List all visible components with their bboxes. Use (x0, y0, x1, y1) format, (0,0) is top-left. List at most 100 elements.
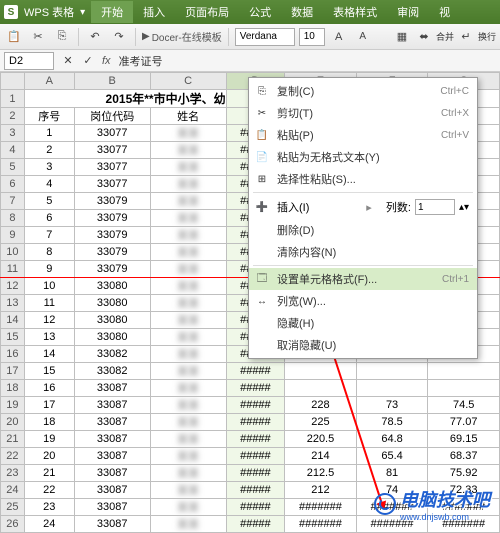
row-header[interactable]: 22 (1, 448, 25, 465)
cell[interactable]: 序号 (24, 108, 74, 125)
merge-icon[interactable]: ⬌ (414, 27, 434, 47)
cell[interactable]: 24 (24, 516, 74, 533)
menu-clear[interactable]: 清除内容(N) (249, 241, 477, 263)
ribbon-tab-start[interactable]: 开始 (91, 1, 133, 23)
table-row[interactable]: 17 15 33082 某某 ##### (1, 363, 500, 380)
cell[interactable]: 某某 (150, 448, 226, 465)
cell[interactable] (356, 380, 428, 397)
cell[interactable]: 68.37 (428, 448, 500, 465)
cell[interactable]: 78.5 (356, 414, 428, 431)
cell[interactable]: 18 (24, 414, 74, 431)
cell[interactable]: 某某 (150, 499, 226, 516)
ribbon-tab-layout[interactable]: 页面布局 (175, 1, 239, 23)
row-header[interactable]: 18 (1, 380, 25, 397)
cell[interactable]: ##### (226, 482, 285, 499)
cell[interactable]: 某某 (150, 159, 226, 176)
cell[interactable]: 33079 (74, 193, 150, 210)
cell[interactable]: 某某 (150, 278, 226, 295)
cell[interactable]: 20 (24, 448, 74, 465)
cell[interactable]: 某某 (150, 227, 226, 244)
cell[interactable]: 33087 (74, 499, 150, 516)
cell[interactable]: 13 (24, 329, 74, 346)
cell[interactable]: 33080 (74, 329, 150, 346)
cell[interactable]: 33080 (74, 278, 150, 295)
cell[interactable]: 33079 (74, 244, 150, 261)
redo-icon[interactable]: ↷ (109, 27, 129, 47)
cell[interactable] (428, 380, 500, 397)
cell[interactable]: ##### (226, 363, 285, 380)
cell[interactable]: 228 (285, 397, 357, 414)
name-box[interactable]: D2 (4, 52, 54, 70)
row-header[interactable]: 25 (1, 499, 25, 516)
cell[interactable]: 某某 (150, 176, 226, 193)
menu-unhide[interactable]: 取消隐藏(U) (249, 334, 477, 356)
menu-delete[interactable]: 删除(D) (249, 219, 477, 241)
row-header[interactable]: 11 (1, 261, 25, 278)
cell[interactable]: 33077 (74, 176, 150, 193)
cell[interactable]: 1 (24, 125, 74, 142)
sheet-title[interactable]: 2015年**市中小学、幼 (24, 90, 226, 108)
row-header[interactable]: 14 (1, 312, 25, 329)
table-row[interactable]: 20 18 33087 某某 ##### 225 78.5 77.07 (1, 414, 500, 431)
cell[interactable]: 225 (285, 414, 357, 431)
cell[interactable]: 33080 (74, 312, 150, 329)
cell[interactable]: 77.07 (428, 414, 500, 431)
ribbon-tab-review[interactable]: 审阅 (387, 1, 429, 23)
row-header[interactable]: 8 (1, 210, 25, 227)
cell[interactable]: 15 (24, 363, 74, 380)
cell[interactable]: 某某 (150, 346, 226, 363)
cell[interactable]: 33079 (74, 261, 150, 278)
cell[interactable]: 23 (24, 499, 74, 516)
cell[interactable]: 64.8 (356, 431, 428, 448)
font-grow-icon[interactable]: A (329, 27, 349, 47)
cell[interactable]: ####### (285, 499, 357, 516)
row-header[interactable]: 21 (1, 431, 25, 448)
cell[interactable]: 19 (24, 431, 74, 448)
confirm-icon[interactable]: ✓ (78, 51, 98, 71)
cell[interactable]: 10 (24, 278, 74, 295)
app-dropdown-icon[interactable]: ▾ (80, 7, 85, 18)
col-header[interactable]: C (150, 73, 226, 90)
cell[interactable]: 12 (24, 312, 74, 329)
row-header[interactable]: 19 (1, 397, 25, 414)
table-row[interactable]: 21 19 33087 某某 ##### 220.5 64.8 69.15 (1, 431, 500, 448)
cell[interactable]: 某某 (150, 125, 226, 142)
ribbon-tab-data[interactable]: 数据 (281, 1, 323, 23)
row-header[interactable]: 1 (1, 90, 25, 108)
cell[interactable]: 33082 (74, 363, 150, 380)
cell[interactable] (356, 363, 428, 380)
cell[interactable]: 33087 (74, 380, 150, 397)
cell[interactable]: 某某 (150, 244, 226, 261)
cell[interactable]: 某某 (150, 516, 226, 533)
cell[interactable]: 212 (285, 482, 357, 499)
cell[interactable]: ##### (226, 499, 285, 516)
menu-paste[interactable]: 📋粘贴(P)Ctrl+V (249, 124, 477, 146)
cell[interactable]: 某某 (150, 363, 226, 380)
font-name-select[interactable]: Verdana (235, 28, 295, 46)
cell[interactable]: 某某 (150, 193, 226, 210)
menu-column-width[interactable]: ↔列宽(W)... (249, 290, 477, 312)
cell[interactable]: 33079 (74, 227, 150, 244)
menu-copy[interactable]: ⎘复制(C)Ctrl+C (249, 80, 477, 102)
cell[interactable]: 33077 (74, 159, 150, 176)
cell[interactable]: 9 (24, 261, 74, 278)
cell[interactable]: 75.92 (428, 465, 500, 482)
cell[interactable]: 某某 (150, 312, 226, 329)
cell[interactable]: 6 (24, 210, 74, 227)
cell[interactable]: ##### (226, 516, 285, 533)
cell[interactable]: 8 (24, 244, 74, 261)
row-header[interactable]: 5 (1, 159, 25, 176)
menu-hide[interactable]: 隐藏(H) (249, 312, 477, 334)
cell[interactable]: 某某 (150, 397, 226, 414)
table-row[interactable]: 23 21 33087 某某 ##### 212.5 81 75.92 (1, 465, 500, 482)
cell[interactable]: 7 (24, 227, 74, 244)
font-size-select[interactable]: 10 (299, 28, 325, 46)
docer-button[interactable]: ▶Docer-在线模板 (142, 29, 222, 44)
cell[interactable]: 姓名 (150, 108, 226, 125)
cell[interactable]: 17 (24, 397, 74, 414)
cell[interactable]: 3 (24, 159, 74, 176)
row-header[interactable]: 6 (1, 176, 25, 193)
cell[interactable]: 11 (24, 295, 74, 312)
row-header[interactable]: 2 (1, 108, 25, 125)
cell[interactable]: 4 (24, 176, 74, 193)
